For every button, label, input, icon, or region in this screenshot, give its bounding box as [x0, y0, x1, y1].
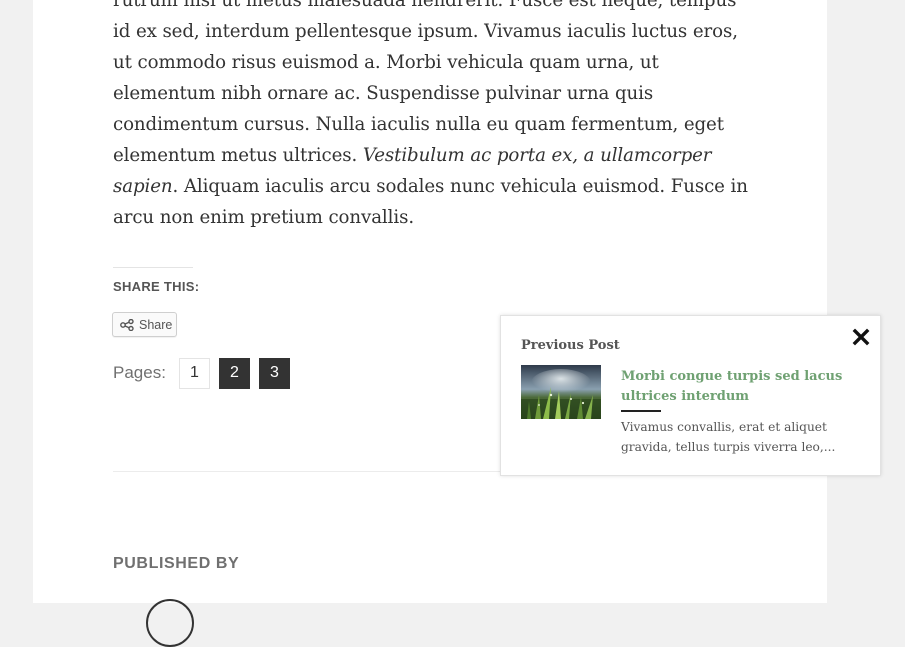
title-underline — [621, 410, 661, 412]
author-avatar[interactable] — [146, 599, 194, 647]
popup-heading: Previous Post — [521, 338, 620, 353]
popup-close-button[interactable] — [850, 326, 872, 348]
article-card: rutrum nisi ut metus malesuada hendrerit… — [33, 0, 827, 647]
previous-post-thumbnail[interactable] — [521, 365, 601, 419]
page-3-link[interactable]: 3 — [258, 357, 290, 389]
share-button-label: Share — [139, 317, 173, 332]
grass-photo-icon — [521, 365, 601, 419]
published-by-heading: PUBLISHED BY — [113, 555, 240, 572]
pagination: Pages: 1 2 3 — [113, 357, 299, 389]
page-2-link[interactable]: 2 — [218, 357, 250, 389]
previous-post-popup: Previous Post Morbi congue turpis sed la… — [500, 315, 881, 476]
article-text: rutrum nisi ut metus malesuada hendrerit… — [113, 0, 738, 166]
share-icon — [120, 318, 134, 331]
share-button[interactable]: Share — [112, 312, 177, 337]
article-text-end: . Aliquam iaculis arcu sodales nunc vehi… — [113, 176, 748, 228]
page: rutrum nisi ut metus malesuada hendrerit… — [0, 0, 905, 647]
previous-post-title-link[interactable]: Morbi congue turpis sed lacus ultrices i… — [621, 367, 861, 407]
article-body: rutrum nisi ut metus malesuada hendrerit… — [113, 0, 753, 233]
close-icon — [852, 328, 870, 346]
pagination-label: Pages: — [113, 363, 166, 382]
page-1-current: 1 — [178, 357, 210, 389]
previous-post-excerpt: Vivamus convallis, erat et aliquet gravi… — [621, 420, 836, 454]
share-heading: SHARE THIS: — [113, 267, 199, 294]
